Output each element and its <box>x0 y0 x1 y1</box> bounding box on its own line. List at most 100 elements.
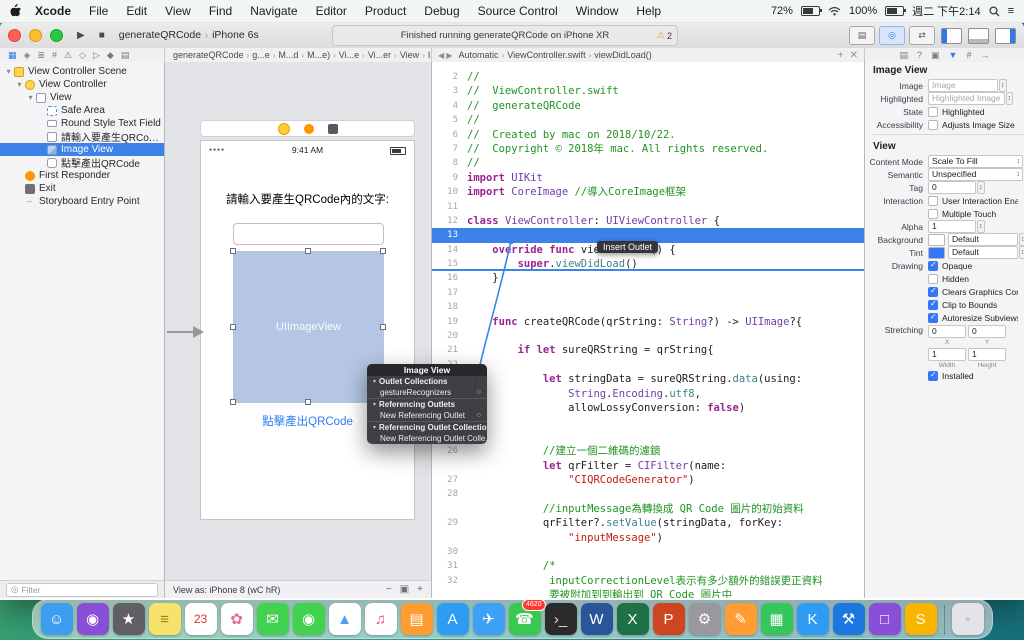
code-line[interactable]: allowLossyConversion: false) <box>432 401 864 415</box>
code-line[interactable]: 24 <box>432 415 864 429</box>
resize-handle[interactable] <box>230 399 236 405</box>
highlighted-field[interactable]: Highlighted Image <box>928 92 1005 105</box>
code-line[interactable]: 22 <box>432 358 864 372</box>
code-line[interactable]: 31 /* <box>432 559 864 573</box>
stop-button[interactable]: ■ <box>99 30 105 41</box>
hud-row-outlet-collections[interactable]: ▾ Outlet Collections <box>367 376 487 387</box>
word-dock-icon[interactable]: W <box>580 603 613 635</box>
menu-find[interactable]: Find <box>200 4 241 18</box>
code-line[interactable]: 23 let stringData = sureQRString.data(us… <box>432 372 864 386</box>
opaque-checkbox[interactable] <box>928 260 938 271</box>
tint-color-well[interactable] <box>928 246 945 259</box>
menu-file[interactable]: File <box>80 4 117 18</box>
messages-dock-icon[interactable]: ✉ <box>256 603 289 635</box>
code-line[interactable]: 3 // ViewController.swift <box>432 84 864 98</box>
alpha-field[interactable]: 1 <box>928 220 976 233</box>
version-editor-button[interactable]: ⇄ <box>909 26 935 45</box>
breadcrumb-item[interactable]: generateQRCode <box>171 50 246 60</box>
code-line[interactable]: String.Encoding.utf8, <box>432 387 864 401</box>
menu-xcode[interactable]: Xcode <box>26 4 80 18</box>
siri-dock-icon[interactable]: ◉ <box>76 603 109 635</box>
code-line[interactable]: 17 <box>432 286 864 300</box>
numbers-dock-icon[interactable]: ▦ <box>760 603 793 635</box>
clears-graphics-context-checkbox[interactable] <box>928 286 938 297</box>
filter-input[interactable]: ◎ Filter <box>6 582 158 597</box>
facetime-dock-icon[interactable]: ◉ <box>292 603 325 635</box>
sourcetree-dock-icon[interactable]: S <box>904 603 937 635</box>
jumpbar-item[interactable]: ViewController.swift <box>505 50 587 60</box>
report-navigator-icon[interactable]: ▤ <box>121 50 130 61</box>
stepper[interactable]: ↕ <box>999 79 1007 92</box>
code-line[interactable]: 15 super.viewDidLoad() <box>432 257 864 271</box>
code-line[interactable]: let qrFilter = CIFilter(name: <box>432 459 864 473</box>
menu-edit[interactable]: Edit <box>117 4 156 18</box>
symbol-navigator-icon[interactable]: ≣ <box>37 50 45 61</box>
highlighted-checkbox[interactable] <box>928 106 938 117</box>
code-line[interactable]: 27 "CIQRCodeGenerator") <box>432 473 864 487</box>
menu-window[interactable]: Window <box>567 4 628 18</box>
toggle-debug-area-button[interactable] <box>968 27 989 44</box>
view-as-label[interactable]: View as: iPhone 8 (wC hR) <box>173 585 280 595</box>
menu-editor[interactable]: Editor <box>307 4 356 18</box>
hud-row-new-referencing-outlet[interactable]: New Referencing Outlet ○ <box>367 410 487 421</box>
nav-item-first-responder[interactable]: First Responder <box>0 169 164 182</box>
connections-inspector-icon[interactable]: → <box>980 50 989 60</box>
system-preferences-dock-icon[interactable]: ⚙ <box>688 603 721 635</box>
keynote-dock-icon[interactable]: K <box>796 603 829 635</box>
warning-badge[interactable]: ⚠ 2 <box>657 30 672 41</box>
nav-item-qrcode[interactable]: 點擊產出QRCode <box>0 156 164 169</box>
breadcrumb-item[interactable]: Vi...e <box>337 50 361 60</box>
spotlight-icon[interactable] <box>989 5 1000 17</box>
code-line[interactable]: 要被附加到到輸出到 QR Code 圖片中 <box>432 588 864 598</box>
code-line[interactable]: 25 <box>432 430 864 444</box>
installed-checkbox[interactable] <box>928 370 938 381</box>
issue-navigator-icon[interactable]: ⚠ <box>64 50 72 61</box>
code-line[interactable]: 12 class ViewController: UIViewController… <box>432 214 864 228</box>
resize-handle[interactable] <box>230 248 236 254</box>
resize-handle[interactable] <box>305 248 311 254</box>
stretch-field[interactable]: 1 <box>928 348 966 361</box>
nav-item-round-style-text-field[interactable]: Round Style Text Field <box>0 117 164 130</box>
resize-handle[interactable] <box>380 324 386 330</box>
resize-handle[interactable] <box>230 324 236 330</box>
zoom-in-button[interactable]: + <box>417 584 423 595</box>
back-forward-icons[interactable]: ◀ ▶ <box>438 51 453 60</box>
breadcrumb-item[interactable]: g...e <box>250 50 272 60</box>
code-line[interactable]: 18 <box>432 300 864 314</box>
code-line[interactable]: 19 func createQRCode(qrString: String?) … <box>432 315 864 329</box>
maps-dock-icon[interactable]: ▲ <box>328 603 361 635</box>
jumpbar-item[interactable]: Automatic <box>457 50 501 60</box>
stepper[interactable]: ↕ <box>1005 92 1014 105</box>
view-controller-view[interactable]: ●●●● 9:41 AM 請輸入要產生QRCode內的文字: UIImageVi… <box>200 140 415 520</box>
pages-dock-icon[interactable]: ✎ <box>724 603 757 635</box>
nav-item-exit[interactable]: Exit <box>0 182 164 195</box>
menu-help[interactable]: Help <box>627 4 670 18</box>
toggle-navigator-button[interactable] <box>941 27 962 44</box>
code-line[interactable]: 7 // Copyright © 2018年 mac. All rights re… <box>432 142 864 156</box>
image-field[interactable]: Image <box>928 79 998 92</box>
project-navigator-icon[interactable]: ▦ <box>8 50 17 61</box>
finder-dock-icon[interactable]: ☺ <box>40 603 73 635</box>
hud-row-gesturerecognizers[interactable]: gestureRecognizers ○ <box>367 387 487 398</box>
code-line[interactable]: 20 <box>432 329 864 343</box>
attributes-inspector-icon[interactable]: ▼ <box>949 50 958 60</box>
hud-row-new-referencing-outlet-colle[interactable]: New Referencing Outlet Colle...○ <box>367 433 487 444</box>
simulator-dock-icon[interactable]: □ <box>868 603 901 635</box>
menu-debug[interactable]: Debug <box>415 4 468 18</box>
hidden-checkbox[interactable] <box>928 273 938 284</box>
resize-handle[interactable] <box>305 399 311 405</box>
run-button[interactable]: ▶ <box>77 30 85 41</box>
zoom-actual-button[interactable]: ▣ <box>400 584 409 595</box>
hud-row-referencing-outlet-collections[interactable]: ▾ Referencing Outlet Collections <box>367 421 487 433</box>
resize-handle[interactable] <box>380 248 386 254</box>
nav-item-view[interactable]: ▾ View <box>0 91 164 104</box>
background-popup[interactable]: Default <box>948 233 1018 246</box>
trash-dock-icon[interactable]: ◦ <box>951 603 984 635</box>
breadcrumb-item[interactable]: View <box>398 50 421 60</box>
itunes-dock-icon[interactable]: ♫ <box>364 603 397 635</box>
nav-item-view-controller-scene[interactable]: ▾ View Controller Scene <box>0 65 164 78</box>
safari-dock-icon[interactable]: ✈ <box>472 603 505 635</box>
code-line[interactable]: 2 // <box>432 70 864 84</box>
minimize-window-button[interactable] <box>29 28 42 42</box>
code-line[interactable]: 16 } <box>432 271 864 285</box>
